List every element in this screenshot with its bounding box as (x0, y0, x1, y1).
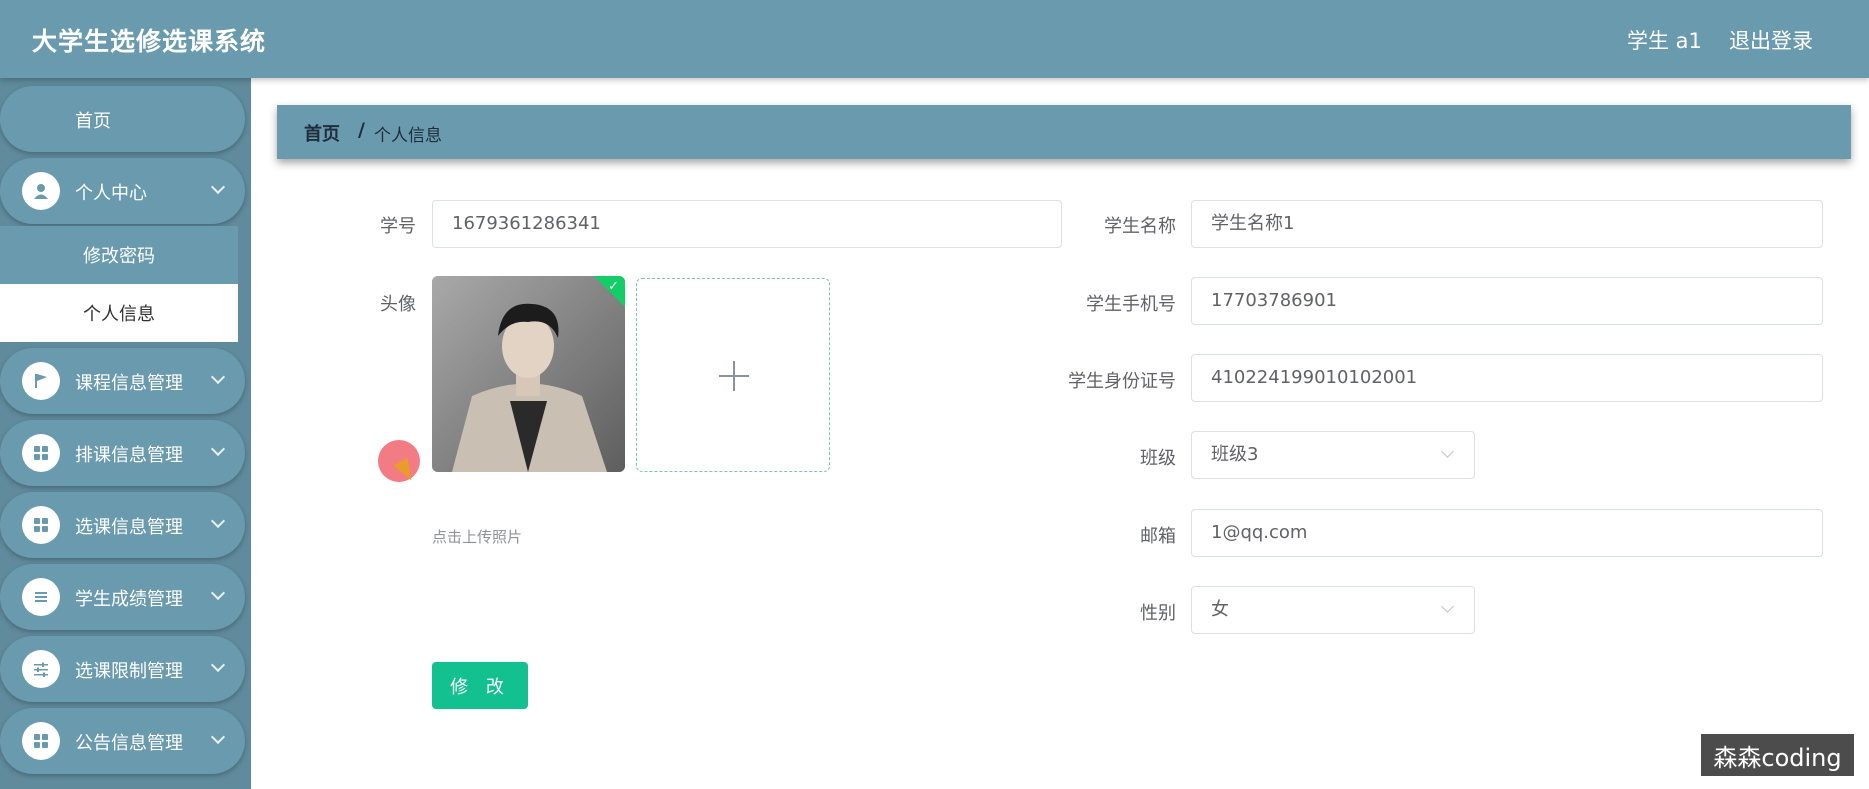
breadcrumb-separator: / (358, 119, 365, 141)
upload-hint: 点击上传照片 (432, 528, 523, 546)
plus-icon-vertical (733, 361, 735, 391)
sidebar-item-label: 排课信息管理 (75, 445, 183, 466)
breadcrumb-current: 个人信息 (374, 126, 442, 146)
email-label: 邮箱 (1140, 526, 1176, 547)
submit-button[interactable]: 修 改 (432, 662, 528, 709)
grid-icon (22, 506, 60, 544)
sidebar-item-personal-center[interactable]: 个人中心 (0, 158, 245, 224)
chevron-down-icon (210, 369, 226, 385)
check-icon: ✓ (608, 279, 619, 294)
sidebar-item-label: 选课信息管理 (75, 517, 183, 538)
user-icon (22, 172, 60, 210)
student-no-field[interactable]: 1679361286341 (432, 200, 1062, 248)
id-card-label: 学生身份证号 (1068, 371, 1176, 392)
avatar-label: 头像 (380, 294, 416, 315)
logout-button[interactable]: 退出登录 (1729, 25, 1813, 55)
personal-center-submenu: 修改密码 个人信息 (0, 226, 238, 342)
sidebar-item-label: 首页 (75, 111, 111, 132)
email-field[interactable]: 1@qq.com (1191, 509, 1823, 557)
sidebar-item-label: 学生成绩管理 (75, 589, 183, 610)
grid-icon (22, 434, 60, 472)
student-name-field[interactable]: 学生名称1 (1191, 200, 1823, 248)
sidebar-item-change-password[interactable]: 修改密码 (0, 226, 238, 284)
id-card-field[interactable]: 410224199010102001 (1191, 354, 1823, 402)
sidebar: 首页 个人中心 修改密码 个人信息 课程信息管理 排课信息管理 选课信息管理 学… (0, 78, 251, 789)
breadcrumb-home-link[interactable]: 首页 (304, 120, 340, 146)
grid-icon (22, 722, 60, 760)
class-select[interactable]: 班级3 (1191, 431, 1475, 479)
sidebar-item-label: 选课限制管理 (75, 661, 183, 682)
breadcrumb: 首页 / 个人信息 (277, 105, 1851, 159)
watermark: 森森coding (1701, 734, 1854, 776)
phone-label: 学生手机号 (1086, 294, 1176, 315)
sidebar-item-personal-info[interactable]: 个人信息 (0, 284, 238, 342)
gender-select[interactable]: 女 (1191, 586, 1475, 634)
chevron-down-icon (210, 513, 226, 529)
chevron-down-icon (1441, 445, 1454, 458)
sidebar-item-home[interactable]: 首页 (0, 86, 245, 152)
gender-label: 性别 (1140, 603, 1176, 624)
student-name-label: 学生名称 (1104, 216, 1176, 237)
sidebar-item-label: 课程信息管理 (75, 373, 183, 394)
sidebar-item-announcements[interactable]: 公告信息管理 (0, 708, 245, 774)
sliders-icon (22, 650, 60, 688)
sidebar-item-grades[interactable]: 学生成绩管理 (0, 564, 245, 630)
chevron-down-icon (210, 729, 226, 745)
student-no-label: 学号 (380, 216, 416, 237)
sidebar-item-label: 公告信息管理 (75, 733, 183, 754)
chevron-down-icon (210, 585, 226, 601)
list-icon (22, 578, 60, 616)
app-title: 大学生选修选课系统 (32, 27, 267, 56)
gender-select-value: 女 (1211, 599, 1229, 620)
chevron-down-icon (210, 441, 226, 457)
sidebar-item-selection-info[interactable]: 选课信息管理 (0, 492, 245, 558)
phone-field[interactable]: 17703786901 (1191, 277, 1823, 325)
class-label: 班级 (1140, 448, 1176, 469)
top-header: 大学生选修选课系统 学生 a1 退出登录 (0, 0, 1869, 78)
chevron-down-icon (210, 179, 226, 195)
upload-avatar-button[interactable] (636, 278, 830, 472)
avatar-image[interactable]: ✓ (432, 276, 625, 472)
sidebar-item-label: 个人中心 (75, 183, 147, 204)
sidebar-item-schedule-info[interactable]: 排课信息管理 (0, 420, 245, 486)
chevron-down-icon (210, 657, 226, 673)
current-user: 学生 a1 (1627, 29, 1702, 53)
sidebar-item-selection-limits[interactable]: 选课限制管理 (0, 636, 245, 702)
flag-icon (22, 362, 60, 400)
avatar-photo (432, 276, 625, 472)
sidebar-item-course-info[interactable]: 课程信息管理 (0, 348, 245, 414)
class-select-value: 班级3 (1211, 444, 1259, 465)
chevron-down-icon (1441, 600, 1454, 613)
